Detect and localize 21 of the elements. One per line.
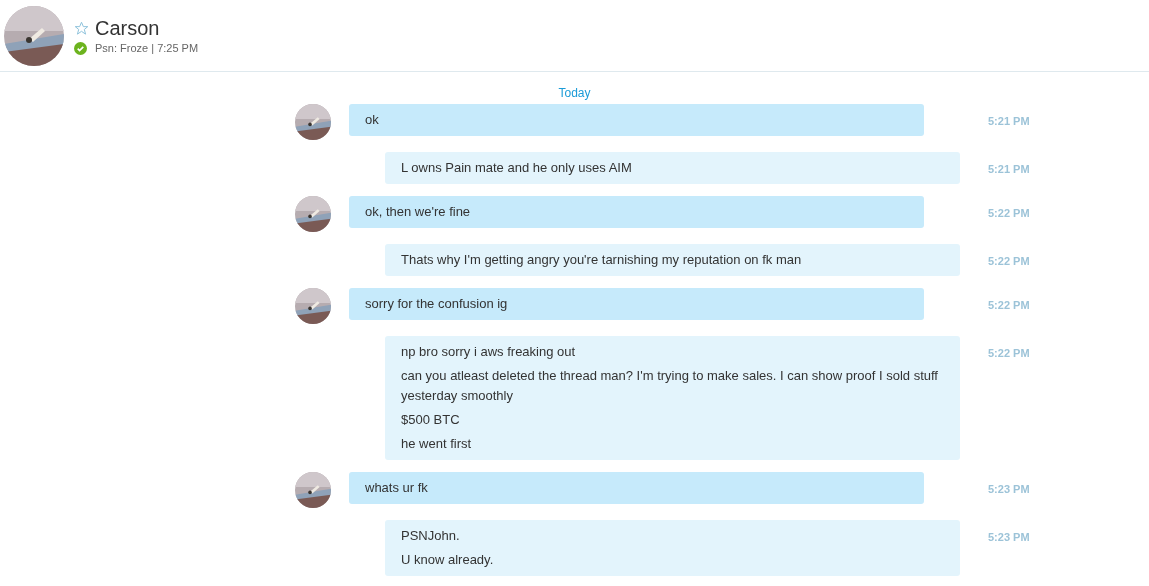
received-message-bubble: ok, then we're fine — [349, 196, 924, 228]
check-icon — [74, 41, 87, 55]
received-message-bubble: ok — [349, 104, 924, 136]
date-divider: Today — [558, 86, 591, 100]
sent-message-bubble: L owns Pain mate and he only uses AIM — [385, 152, 960, 184]
message-time: 5:21 PM — [988, 163, 1030, 175]
message-time: 5:22 PM — [988, 299, 1030, 311]
received-message-bubble: sorry for the confusion ig — [349, 288, 924, 320]
message-time: 5:21 PM — [988, 115, 1030, 127]
sent-message-bubble: np bro sorry i aws freaking out can you atleast deleted the thread man? I'm trying to make sales. I can show proof I sold stuff yesterday smoothly $500 BTC he went first — [385, 336, 960, 460]
received-message-bubble: whats ur fk — [349, 472, 924, 504]
message-time: 5:22 PM — [988, 347, 1030, 359]
message-time: 5:22 PM — [988, 255, 1030, 267]
star-icon[interactable] — [74, 20, 89, 36]
message-time: 5:23 PM — [988, 531, 1030, 543]
contact-status: Psn: Froze | 7:25 PM — [95, 42, 199, 54]
contact-name: Carson — [95, 16, 160, 40]
sent-message-bubble: Thats why I'm getting angry you're tarnishing my reputation on fk man — [385, 244, 960, 276]
message-time: 5:23 PM — [988, 483, 1030, 495]
sent-message-bubble: PSNJohn. U know already. — [385, 520, 960, 576]
message-time: 5:22 PM — [988, 207, 1030, 219]
